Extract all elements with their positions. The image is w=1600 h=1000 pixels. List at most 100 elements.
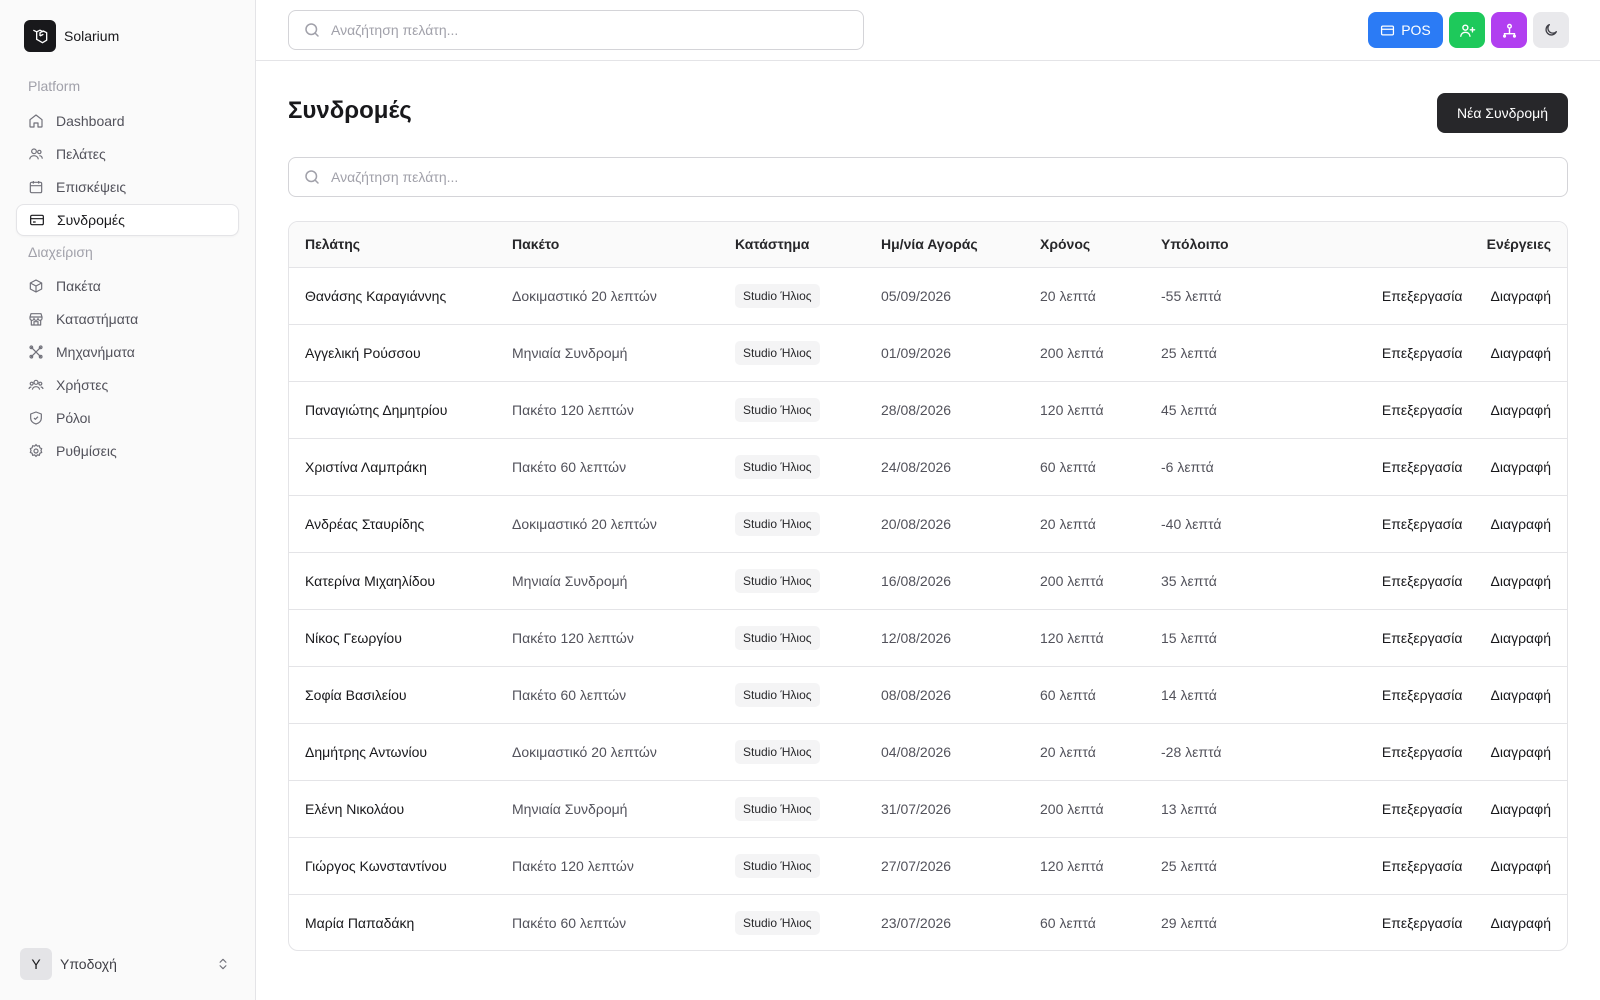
store-badge: Studio Ήλιος	[735, 739, 820, 764]
delete-link[interactable]: Διαγραφή	[1491, 630, 1551, 646]
sidebar-item-packages[interactable]: Πακέτα	[16, 270, 239, 302]
new-subscription-button[interactable]: Νέα Συνδρομή	[1437, 93, 1568, 133]
edit-link[interactable]: Επεξεργασία	[1382, 630, 1463, 646]
cell-customer: Παναγιώτης Δημητρίου	[305, 401, 448, 418]
nav-group-platform: Platform	[28, 78, 81, 94]
table-header-row: Πελάτης Πακέτο Κατάστημα Ημ/νία Αγοράς Χ…	[289, 222, 1567, 267]
main-search[interactable]	[288, 157, 1568, 197]
pos-button[interactable]: POS	[1368, 12, 1443, 48]
cell-store: Studio Ήλιος	[735, 666, 881, 723]
store-icon	[29, 313, 43, 326]
header-remaining[interactable]: Υπόλοιπο	[1161, 222, 1311, 267]
sidebar-item-label: Πακέτα	[56, 278, 101, 294]
table-row: Αγγελική Ρούσσου Μηνιαία Συνδρομή Studio Ή…	[289, 324, 1567, 381]
sidebar-item-subscriptions[interactable]: Συνδρομές	[16, 204, 239, 236]
cell-package: Πακέτο 60 λεπτών	[512, 686, 627, 703]
edit-link[interactable]: Επεξεργασία	[1382, 801, 1463, 817]
edit-link[interactable]: Επεξεργασία	[1382, 402, 1463, 418]
header-package[interactable]: Πακέτο	[512, 222, 735, 267]
cell-remaining: 14 λεπτά	[1161, 686, 1217, 703]
cell-actions: Επεξεργασία Διαγραφή	[1311, 495, 1567, 552]
delete-link[interactable]: Διαγραφή	[1491, 402, 1551, 418]
cell-store: Studio Ήλιος	[735, 609, 881, 666]
cell-actions: Επεξεργασία Διαγραφή	[1311, 666, 1567, 723]
sidebar-item-customers[interactable]: Πελάτες	[16, 138, 239, 170]
sidebar-item-users[interactable]: Χρήστες	[16, 369, 239, 401]
table-row: Ελένη Νικολάου Μηνιαία Συνδρομή Studio Ήλι…	[289, 780, 1567, 837]
delete-link[interactable]: Διαγραφή	[1491, 687, 1551, 703]
edit-link[interactable]: Επεξεργασία	[1382, 687, 1463, 703]
cell-time: 120 λεπτά	[1040, 401, 1104, 418]
store-badge: Studio Ήλιος	[735, 568, 820, 593]
edit-link[interactable]: Επεξεργασία	[1382, 516, 1463, 532]
group-button[interactable]	[1491, 12, 1527, 48]
cell-remaining: -55 λεπτά	[1161, 287, 1222, 304]
table-row: Γιώργος Κωνσταντίνου Πακέτο 120 λεπτών Stu…	[289, 837, 1567, 894]
edit-link[interactable]: Επεξεργασία	[1382, 744, 1463, 760]
sidebar-item-label: Επισκέψεις	[56, 179, 127, 195]
table-row: Χριστίνα Λαμπράκη Πακέτο 60 λεπτών Studio …	[289, 438, 1567, 495]
cell-purchase-date: 20/08/2026	[881, 515, 952, 532]
header-time[interactable]: Χρόνος	[1040, 222, 1161, 267]
header-search[interactable]	[288, 10, 864, 50]
delete-link[interactable]: Διαγραφή	[1491, 516, 1551, 532]
delete-link[interactable]: Διαγραφή	[1491, 858, 1551, 874]
header-customer[interactable]: Πελάτης	[289, 222, 512, 267]
edit-link[interactable]: Επεξεργασία	[1382, 915, 1463, 931]
cell-customer: Δημήτρης Αντωνίου	[305, 743, 428, 760]
cell-remaining: 15 λεπτά	[1161, 629, 1217, 646]
cell-customer: Νίκος Γεωργίου	[305, 629, 402, 646]
cell-time: 60 λεπτά	[1040, 686, 1096, 703]
store-badge: Studio Ήλιος	[735, 340, 820, 365]
header-search-input[interactable]	[331, 22, 863, 38]
cell-store: Studio Ήλιος	[735, 723, 881, 780]
brand[interactable]: Solarium	[24, 20, 119, 52]
delete-link[interactable]: Διαγραφή	[1491, 915, 1551, 931]
sidebar-item-dashboard[interactable]: Dashboard	[16, 105, 239, 137]
sidebar-item-stores[interactable]: Καταστήματα	[16, 303, 239, 335]
delete-link[interactable]: Διαγραφή	[1491, 744, 1551, 760]
add-customer-button[interactable]	[1449, 12, 1485, 48]
sidebar-item-settings[interactable]: Ρυθμίσεις	[16, 435, 239, 467]
sidebar-item-machines[interactable]: Μηχανήματα	[16, 336, 239, 368]
delete-link[interactable]: Διαγραφή	[1491, 801, 1551, 817]
delete-link[interactable]: Διαγραφή	[1491, 573, 1551, 589]
store-badge: Studio Ήλιος	[735, 283, 820, 308]
store-badge: Studio Ήλιος	[735, 682, 820, 707]
delete-link[interactable]: Διαγραφή	[1491, 459, 1551, 475]
theme-toggle-button[interactable]	[1533, 12, 1569, 48]
edit-link[interactable]: Επεξεργασία	[1382, 573, 1463, 589]
cell-customer: Μαρία Παπαδάκη	[305, 914, 415, 931]
cell-actions: Επεξεργασία Διαγραφή	[1311, 381, 1567, 438]
subscriptions-table: Πελάτης Πακέτο Κατάστημα Ημ/νία Αγοράς Χ…	[288, 221, 1568, 951]
edit-link[interactable]: Επεξεργασία	[1382, 858, 1463, 874]
home-icon	[29, 114, 43, 128]
cell-package: Μηνιαία Συνδρομή	[512, 572, 628, 589]
header-store[interactable]: Κατάστημα	[735, 222, 881, 267]
sidebar-item-visits[interactable]: Επισκέψεις	[16, 171, 239, 203]
edit-link[interactable]: Επεξεργασία	[1382, 345, 1463, 361]
cell-actions: Επεξεργασία Διαγραφή	[1311, 723, 1567, 780]
store-badge: Studio Ήλιος	[735, 625, 820, 650]
header-purchase-date[interactable]: Ημ/νία Αγοράς	[881, 222, 1040, 267]
cell-remaining: 25 λεπτά	[1161, 344, 1217, 361]
main-search-input[interactable]	[331, 169, 1567, 185]
cell-purchase-date: 12/08/2026	[881, 629, 952, 646]
sidebar-item-roles[interactable]: Ρόλοι	[16, 402, 239, 434]
cell-package: Πακέτο 120 λεπτών	[512, 629, 634, 646]
cell-remaining: -28 λεπτά	[1161, 743, 1222, 760]
cell-time: 200 λεπτά	[1040, 344, 1104, 361]
table-row: Νίκος Γεωργίου Πακέτο 120 λεπτών Studio Ήλ…	[289, 609, 1567, 666]
edit-link[interactable]: Επεξεργασία	[1382, 288, 1463, 304]
cell-package: Δοκιμαστικό 20 λεπτών	[512, 515, 657, 532]
cell-package: Μηνιαία Συνδρομή	[512, 344, 628, 361]
gear-icon	[29, 443, 43, 458]
edit-link[interactable]: Επεξεργασία	[1382, 459, 1463, 475]
user-menu[interactable]: Y Υποδοχή	[20, 948, 230, 980]
delete-link[interactable]: Διαγραφή	[1491, 288, 1551, 304]
sidebar-item-label: Πελάτες	[56, 146, 106, 162]
delete-link[interactable]: Διαγραφή	[1491, 345, 1551, 361]
calendar-icon	[29, 181, 43, 194]
cell-package: Πακέτο 60 λεπτών	[512, 914, 627, 931]
page-title: Συνδρομές	[288, 97, 412, 124]
